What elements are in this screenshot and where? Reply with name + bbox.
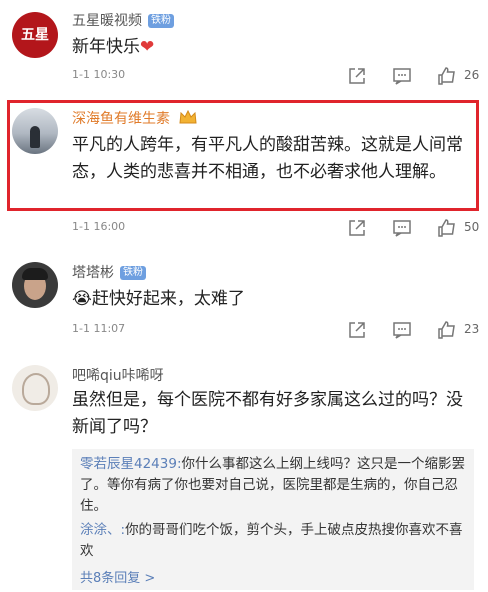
avatar[interactable] <box>12 262 58 308</box>
avatar-figure <box>30 126 40 148</box>
comment-icon[interactable] <box>392 218 412 238</box>
heart-emoji: ❤ <box>140 37 155 57</box>
comment-item: 五星 五星暖视频 铁粉 新年快乐❤ 1-1 10:30 26 <box>0 0 488 90</box>
crying-emoji: 😭 <box>72 289 92 309</box>
reply-item[interactable]: 涂涂、:你的哥哥们吃个饭，剪个头，手上破点皮热搜你喜欢不喜欢 <box>80 520 466 562</box>
comment-icon[interactable] <box>392 66 412 86</box>
like-icon[interactable] <box>437 218 457 238</box>
reply-author[interactable]: 零若辰星42439: <box>80 456 182 472</box>
avatar[interactable]: 五星 <box>12 12 58 58</box>
comment-item: 塔塔彬 铁粉 😭赶快好起来，太难了 1-1 11:07 23 <box>0 250 488 350</box>
reply-author[interactable]: 涂涂、: <box>80 522 125 538</box>
avatar-logo-text: 五星 <box>21 27 49 43</box>
like-count: 50 <box>464 220 480 234</box>
avatar-hair <box>22 268 48 280</box>
comment-text-content: 赶快好起来，太难了 <box>91 289 245 309</box>
comment-text: 虽然但是，每个医院不都有好多家属这么过的吗？没新闻了吗？ <box>72 390 463 437</box>
author-name[interactable]: 五星暖视频 <box>72 13 142 29</box>
comment-meta: 1-1 10:30 26 <box>72 66 482 86</box>
reply-thread: 零若辰星42439:你什么事都这么上纲上线吗？这只是一个缩影罢了。等你有病了你也… <box>72 449 474 590</box>
reply-text: 你的哥哥们吃个饭，剪个头，手上破点皮热搜你喜欢不喜欢 <box>80 522 463 559</box>
avatar-sketch <box>22 373 50 405</box>
share-icon[interactable] <box>347 66 367 86</box>
comment-text: 新年快乐❤ <box>72 34 466 61</box>
author-name[interactable]: 深海鱼有维生素 <box>72 111 170 127</box>
author-name-row: 深海鱼有维生素 <box>72 108 198 128</box>
author-name[interactable]: 吧唏qiu咔唏呀 <box>72 365 164 385</box>
share-icon[interactable] <box>347 218 367 238</box>
comment-meta: 1-1 16:00 50 <box>72 218 482 238</box>
fan-badge: 铁粉 <box>148 14 174 28</box>
like-count: 26 <box>464 68 480 82</box>
author-name[interactable]: 塔塔彬 <box>72 265 114 281</box>
comment-time: 1-1 10:30 <box>72 68 126 81</box>
reply-item[interactable]: 零若辰星42439:你什么事都这么上纲上线吗？这只是一个缩影罢了。等你有病了你也… <box>80 454 466 517</box>
author-name-row: 塔塔彬 铁粉 <box>72 262 146 282</box>
comment-item: 深海鱼有维生素 平凡的人跨年，有平凡人的酸甜苦辣。这就是人间常态，人类的悲喜并不… <box>0 100 488 245</box>
comment-text-content: 新年快乐 <box>72 37 140 57</box>
share-icon[interactable] <box>347 320 367 340</box>
like-icon[interactable] <box>437 320 457 340</box>
comment-icon[interactable] <box>392 320 412 340</box>
crown-icon <box>179 109 198 124</box>
comment-text: 😭赶快好起来，太难了 <box>72 286 466 313</box>
more-replies-link[interactable]: 共8条回复 > <box>80 567 155 586</box>
like-count: 23 <box>464 322 480 336</box>
comment-text: 平凡的人跨年，有平凡人的酸甜苦辣。这就是人间常态，人类的悲喜并不相通，也不必奢求… <box>72 135 463 182</box>
comment-time: 1-1 11:07 <box>72 322 126 335</box>
avatar[interactable] <box>12 108 58 154</box>
like-icon[interactable] <box>437 66 457 86</box>
comment-meta: 1-1 11:07 23 <box>72 320 482 340</box>
fan-badge: 铁粉 <box>120 266 146 280</box>
avatar[interactable] <box>12 365 58 411</box>
author-name-row: 五星暖视频 铁粉 <box>72 10 174 30</box>
comment-time: 1-1 16:00 <box>72 220 126 233</box>
